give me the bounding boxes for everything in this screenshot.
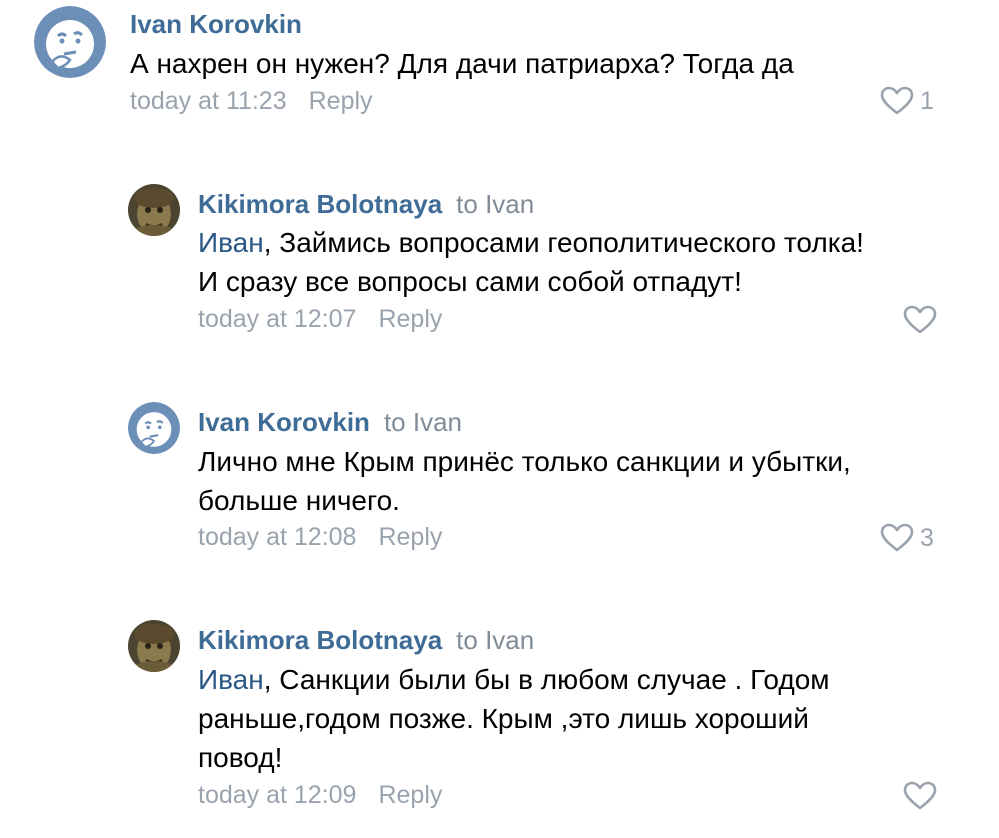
- thinking-face-icon: [34, 6, 106, 78]
- comment-meta: today at 12:08 Reply: [198, 522, 442, 552]
- comment-text: А нахрен он нужен? Для дачи патриарха? Т…: [130, 44, 794, 83]
- comment-text: Лично мне Крым принёс только санкции и у…: [198, 442, 851, 520]
- like-button[interactable]: 3: [880, 523, 934, 553]
- avatar[interactable]: [128, 620, 180, 672]
- like-button[interactable]: 1: [880, 86, 934, 116]
- author-line: Kikimora Bolotnaya to Ivan: [198, 624, 534, 656]
- comment-text-line: Иван, Санкции были бы в любом случае . Г…: [198, 660, 830, 699]
- comment-text-span: , Санкции были бы в любом случае . Годом: [263, 664, 830, 695]
- reply-to-label[interactable]: to Ivan: [456, 189, 534, 219]
- comment-meta: today at 12:07 Reply: [198, 304, 442, 334]
- comment-text-line: повод!: [198, 742, 283, 773]
- reply-button[interactable]: Reply: [309, 87, 373, 115]
- comment-meta: today at 11:23 Reply: [130, 86, 373, 116]
- author-name[interactable]: Ivan Korovkin: [130, 9, 302, 39]
- kikimora-photo: [128, 184, 180, 236]
- avatar[interactable]: [128, 184, 180, 236]
- reply-button[interactable]: Reply: [378, 523, 442, 551]
- comment-text: Иван, Займись вопросами геополитического…: [198, 223, 864, 301]
- comment-text-line: И сразу все вопросы сами собой отпадут!: [198, 266, 742, 297]
- comment-text-line: Лично мне Крым принёс только санкции и у…: [198, 446, 851, 477]
- author-name[interactable]: Kikimora Bolotnaya: [198, 189, 442, 219]
- author-line: Ivan Korovkin: [130, 8, 302, 40]
- author-name[interactable]: Kikimora Bolotnaya: [198, 625, 442, 655]
- timestamp: today at 12:07: [198, 305, 357, 333]
- author-line: Kikimora Bolotnaya to Ivan: [198, 188, 534, 220]
- heart-icon: [880, 86, 914, 115]
- reply-button[interactable]: Reply: [378, 305, 442, 333]
- heart-icon: [903, 305, 937, 334]
- comment-text-span: , Займись вопросами геополитического тол…: [263, 227, 864, 258]
- thinking-face-icon: [128, 402, 180, 454]
- comment-text-line: Иван, Займись вопросами геополитического…: [198, 223, 864, 262]
- mention-link[interactable]: Иван: [198, 664, 264, 695]
- timestamp: today at 12:08: [198, 523, 357, 551]
- reply-to-label[interactable]: to Ivan: [456, 625, 534, 655]
- comment-text-line: раньше,годом позже. Крым ,это лишь хорош…: [198, 703, 809, 734]
- author-line: Ivan Korovkin to Ivan: [198, 406, 462, 438]
- like-button[interactable]: [903, 781, 943, 811]
- comment-meta: today at 12:09 Reply: [198, 780, 442, 810]
- mention-link[interactable]: Иван: [198, 227, 264, 258]
- reply-to-label[interactable]: to Ivan: [384, 407, 462, 437]
- avatar[interactable]: [128, 402, 180, 454]
- author-name[interactable]: Ivan Korovkin: [198, 407, 370, 437]
- like-count: 1: [920, 87, 934, 115]
- heart-icon: [880, 523, 914, 552]
- heart-icon: [903, 781, 937, 810]
- avatar[interactable]: [34, 6, 106, 78]
- like-count: 3: [920, 524, 934, 552]
- reply-button[interactable]: Reply: [378, 781, 442, 809]
- comment-text-line: А нахрен он нужен? Для дачи патриарха? Т…: [130, 48, 794, 79]
- kikimora-photo: [128, 620, 180, 672]
- timestamp: today at 11:23: [130, 87, 287, 115]
- comment-text-line: больше ничего.: [198, 485, 400, 516]
- timestamp: today at 12:09: [198, 781, 357, 809]
- comment-text: Иван, Санкции были бы в любом случае . Г…: [198, 660, 830, 777]
- like-button[interactable]: [903, 305, 943, 335]
